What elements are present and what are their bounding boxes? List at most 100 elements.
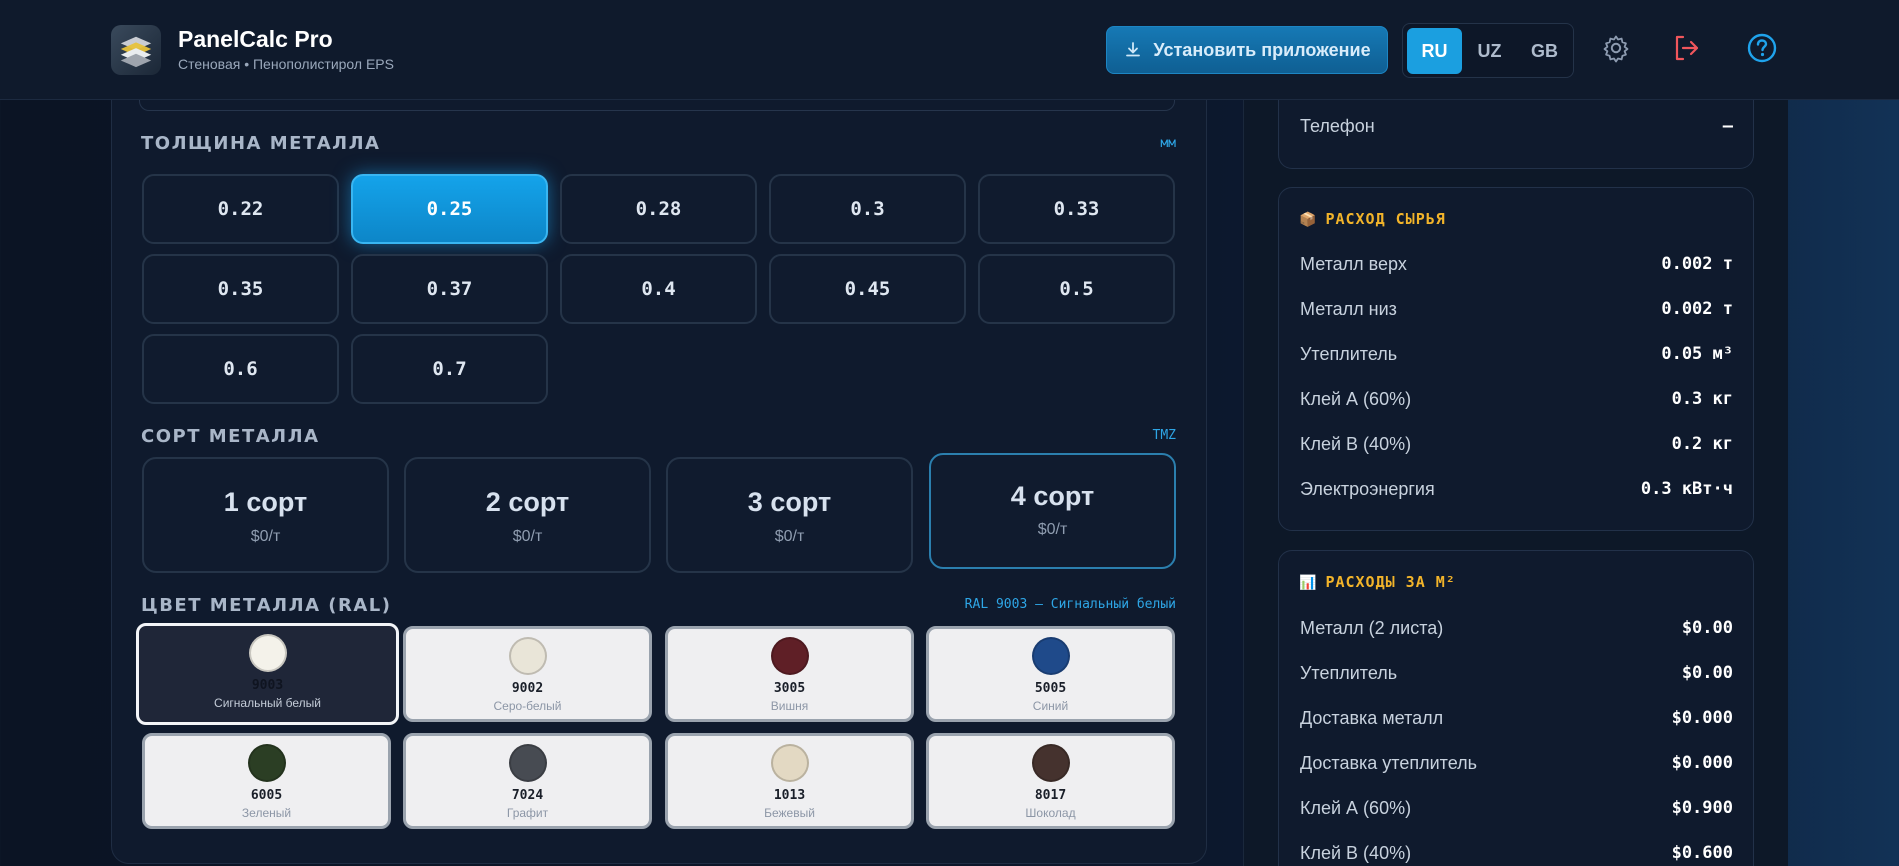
grade-price: $0/т: [250, 528, 281, 545]
thickness-option[interactable]: 0.28: [560, 174, 757, 244]
grade-option-selected[interactable]: 4 сорт $0/т: [929, 453, 1176, 569]
ral-color-name: Зеленый: [241, 806, 292, 820]
bar-chart-icon: 📊: [1299, 575, 1318, 591]
raw-materials-title: 📦 РАСХОД СЫРЬЯ: [1299, 210, 1446, 228]
raw-row-value: 0.2 кг: [1671, 434, 1733, 454]
app-logo: [111, 25, 161, 75]
cost-row-value: $0.00: [1681, 618, 1733, 638]
raw-row-value: 0.3 кВт·ч: [1640, 479, 1733, 499]
cost-row-label: Доставка металл: [1300, 708, 1444, 728]
color-swatch: [248, 634, 287, 672]
app-subtitle: Стеновая • Пенополистирол EPS: [178, 56, 394, 72]
grade-name: 4 сорт: [1010, 481, 1095, 511]
grade-option[interactable]: 3 сорт $0/т: [666, 457, 913, 573]
raw-row-value: 0.05 м³: [1661, 344, 1733, 364]
color-swatch: [508, 744, 547, 782]
grade-price: $0/т: [1037, 521, 1068, 538]
raw-materials-card: 📦 РАСХОД СЫРЬЯ Металл верх 0.002 т Металл…: [1278, 187, 1754, 531]
thickness-option[interactable]: 0.45: [769, 254, 966, 324]
app-header: PanelCalc Pro Стеновая • Пенополистирол …: [0, 0, 1899, 100]
lang-uz-button[interactable]: UZ: [1462, 28, 1517, 74]
cost-row-label: Клей В (40%): [1300, 843, 1412, 863]
ral-code: 6005: [250, 788, 283, 803]
help-icon[interactable]: [1746, 32, 1778, 64]
package-icon: 📦: [1299, 212, 1318, 228]
ral-color-option[interactable]: 7024 Графит: [403, 733, 652, 829]
ral-code: 8017: [1034, 788, 1067, 803]
grade-price: $0/т: [774, 528, 805, 545]
cost-per-m2-card: 📊 РАСХОДЫ ЗА М² Металл (2 листа) $0.00 Ут…: [1278, 550, 1754, 866]
color-swatch: [508, 637, 547, 675]
download-icon: [1126, 42, 1141, 57]
thickness-option[interactable]: 0.33: [978, 174, 1175, 244]
grade-supplier: TMZ: [1152, 428, 1176, 443]
raw-row-label: Металл низ: [1300, 299, 1397, 319]
install-app-label: Установить приложение: [1153, 39, 1371, 60]
settings-gear-icon[interactable]: [1600, 32, 1632, 64]
lang-gb-button[interactable]: GB: [1517, 28, 1572, 74]
layers-icon: [120, 36, 152, 68]
ral-code: 1013: [773, 788, 806, 803]
cost-per-m2-title: 📊 РАСХОДЫ ЗА М²: [1299, 573, 1456, 591]
thickness-title: ТОЛЩИНА МЕТАЛЛА: [141, 133, 381, 154]
cost-row-label: Доставка утеплитель: [1300, 753, 1477, 773]
cost-row-value: $0.900: [1671, 798, 1733, 818]
thickness-option[interactable]: 0.4: [560, 254, 757, 324]
ral-color-option[interactable]: 8017 Шоколад: [926, 733, 1175, 829]
thickness-option[interactable]: 0.6: [142, 334, 339, 404]
language-switcher: RU UZ GB: [1402, 23, 1574, 78]
ral-color-name: Синий: [1032, 699, 1069, 713]
ral-title: ЦВЕТ МЕТАЛЛА (RAL): [141, 595, 392, 616]
lang-ru-button[interactable]: RU: [1407, 28, 1462, 74]
raw-row-label: Утеплитель: [1300, 344, 1398, 364]
ral-color-option[interactable]: 5005 Синий: [926, 626, 1175, 722]
logout-icon[interactable]: [1670, 32, 1702, 64]
ral-color-option[interactable]: 6005 Зеленый: [142, 733, 391, 829]
grade-option[interactable]: 1 сорт $0/т: [142, 457, 389, 573]
raw-row-value: 0.002 т: [1661, 254, 1733, 274]
ral-color-name: Вишня: [770, 699, 809, 713]
phone-label: Телефон: [1300, 116, 1375, 136]
color-swatch: [1031, 637, 1070, 675]
ral-code: 9002: [511, 681, 544, 696]
color-swatch: [1031, 744, 1070, 782]
grade-option[interactable]: 2 сорт $0/т: [404, 457, 651, 573]
thickness-option[interactable]: 0.5: [978, 254, 1175, 324]
ral-color-name: Графит: [506, 806, 549, 820]
cost-row-value: $0.600: [1671, 843, 1733, 863]
ral-color-option[interactable]: 3005 Вишня: [665, 626, 914, 722]
raw-row-label: Электроэнергия: [1300, 479, 1435, 499]
ral-color-option[interactable]: 9002 Серо-белый: [403, 626, 652, 722]
ral-color-name: Сигнальный белый: [214, 696, 321, 710]
raw-row-value: 0.002 т: [1661, 299, 1733, 319]
thickness-option[interactable]: 0.37: [351, 254, 548, 324]
grade-name: 3 сорт: [747, 487, 832, 517]
ral-color-option-selected[interactable]: 9003 Сигнальный белый: [136, 623, 399, 725]
ral-code: 5005: [1034, 681, 1067, 696]
color-swatch: [770, 637, 809, 675]
cost-row-value: $0.000: [1671, 708, 1733, 728]
thickness-option[interactable]: 0.22: [142, 174, 339, 244]
install-app-button[interactable]: Установить приложение: [1106, 26, 1388, 74]
ral-color-name: Бежевый: [764, 806, 815, 820]
raw-row-value: 0.3 кг: [1671, 389, 1733, 409]
grade-price: $0/т: [512, 528, 543, 545]
thickness-option[interactable]: 0.35: [142, 254, 339, 324]
cost-row-value: $0.000: [1671, 753, 1733, 773]
ral-code: 3005: [773, 681, 806, 696]
thickness-option[interactable]: 0.3: [769, 174, 966, 244]
ral-code: 9003: [251, 678, 284, 693]
thickness-option-selected[interactable]: 0.25: [351, 174, 548, 244]
cost-row-label: Утеплитель: [1300, 663, 1398, 683]
thickness-unit: мм: [1160, 136, 1176, 151]
cost-per-m2-title-text: РАСХОДЫ ЗА М²: [1325, 573, 1456, 591]
ral-color-name: Шоколад: [1025, 806, 1076, 820]
grade-name: 2 сорт: [485, 487, 570, 517]
color-swatch: [770, 744, 809, 782]
grade-title: СОРТ МЕТАЛЛА: [141, 426, 320, 447]
ral-code: 7024: [511, 788, 544, 803]
app-title: PanelCalc Pro: [178, 26, 333, 52]
ral-color-option[interactable]: 1013 Бежевый: [665, 733, 914, 829]
thickness-option[interactable]: 0.7: [351, 334, 548, 404]
raw-row-label: Клей А (60%): [1300, 389, 1412, 409]
